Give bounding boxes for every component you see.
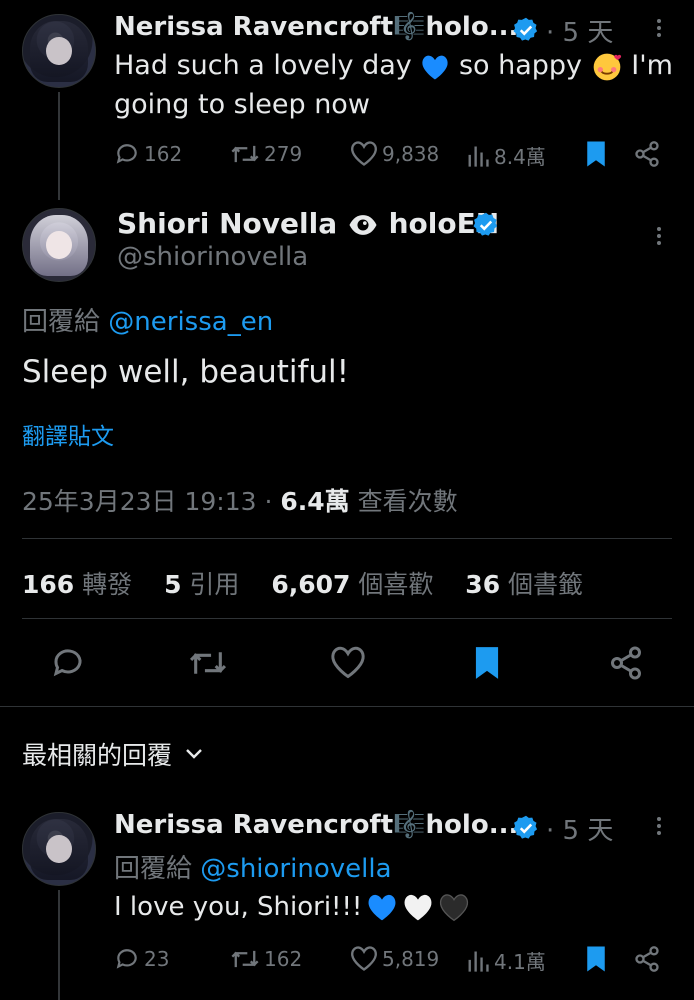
- reply-text: I love you, Shiori!!!: [114, 892, 470, 922]
- repost-button[interactable]: 279: [230, 141, 302, 167]
- reply-author[interactable]: Nerissa Ravencroft🎼holo...: [114, 810, 518, 840]
- bookmarks-stat[interactable]: 36 個書籤: [465, 570, 583, 599]
- sort-selector[interactable]: 最相關的回覆: [22, 736, 204, 772]
- verified-icon: [513, 17, 538, 41]
- black-heart-icon: [440, 894, 469, 922]
- chevron-down-icon: [186, 749, 202, 759]
- like-button[interactable]: 5,819: [350, 946, 439, 972]
- bookmark-icon[interactable]: [583, 944, 609, 974]
- verified-icon: [473, 212, 498, 236]
- thread-line: [58, 92, 60, 200]
- views-count: 6.4萬: [280, 487, 350, 516]
- reply-button[interactable]: 162: [114, 141, 182, 167]
- mention-link[interactable]: @shiorinovella: [200, 854, 391, 884]
- post-meta: 25年3月23日 19:13 · 6.4萬 查看次數: [22, 487, 458, 516]
- bookmark-icon[interactable]: [471, 644, 503, 682]
- repost-icon: [231, 950, 259, 968]
- reposts-stat[interactable]: 166 轉發: [22, 570, 132, 599]
- verified-icon: [513, 815, 538, 839]
- views-icon: [468, 951, 489, 972]
- reply-button[interactable]: 23: [114, 946, 169, 972]
- like-icon: [351, 141, 377, 166]
- more-icon[interactable]: [657, 16, 663, 40]
- avatar[interactable]: [22, 14, 96, 88]
- repost-icon: [231, 145, 259, 163]
- post-time[interactable]: · 5 天: [546, 12, 613, 49]
- post-author[interactable]: Nerissa Ravencroft🎼holo...: [114, 12, 518, 42]
- views-icon: [468, 146, 489, 167]
- eye-icon: [349, 215, 377, 235]
- avatar[interactable]: [22, 208, 96, 282]
- reply-context: 回覆給 @nerissa_en: [22, 307, 274, 337]
- avatar[interactable]: [22, 812, 96, 886]
- post-stats: 166 轉發 5 引用 6,607 個喜歡 36 個書籤: [22, 565, 583, 601]
- like-button[interactable]: 9,838: [350, 141, 439, 167]
- views-label: 查看次數: [357, 487, 458, 516]
- divider: [22, 618, 672, 619]
- repost-icon[interactable]: [188, 645, 228, 681]
- repost-button[interactable]: 162: [230, 946, 302, 972]
- like-icon[interactable]: [330, 646, 366, 680]
- more-icon[interactable]: [657, 224, 663, 248]
- divider: [0, 706, 694, 707]
- reply-icon[interactable]: [50, 645, 86, 681]
- post-text: Had such a lovely day so happy I'm going…: [114, 50, 673, 120]
- likes-stat[interactable]: 6,607 個喜歡: [271, 570, 433, 599]
- smiling-hearts-emoji-icon: [593, 53, 621, 80]
- reply-context: 回覆給 @shiorinovella: [114, 854, 392, 884]
- blue-heart-icon: [422, 55, 448, 79]
- author-handle[interactable]: @shiorinovella: [117, 242, 308, 272]
- mention-link[interactable]: @nerissa_en: [108, 307, 273, 337]
- share-icon[interactable]: [608, 645, 644, 681]
- like-icon: [351, 946, 377, 971]
- white-heart-icon: [404, 894, 432, 921]
- post-text: Sleep well, beautiful!: [22, 354, 350, 390]
- thread-line: [58, 890, 60, 1000]
- blue-heart-icon: [368, 894, 396, 921]
- bookmark-icon[interactable]: [583, 139, 609, 169]
- author-name[interactable]: Shiori Novella holoEN: [117, 207, 499, 240]
- quotes-stat[interactable]: 5 引用: [164, 570, 239, 599]
- views-button[interactable]: 4.1萬: [466, 946, 546, 975]
- sort-label: 最相關的回覆: [22, 741, 173, 770]
- translate-link[interactable]: 翻譯貼文: [22, 417, 114, 451]
- reply-time[interactable]: · 5 天: [546, 810, 613, 847]
- views-button[interactable]: 8.4萬: [466, 141, 546, 170]
- more-icon[interactable]: [657, 814, 663, 838]
- reply-icon: [116, 949, 137, 969]
- divider: [22, 538, 672, 539]
- reply-icon: [116, 144, 137, 164]
- post-datetime[interactable]: 25年3月23日 19:13: [22, 487, 257, 516]
- share-icon[interactable]: [633, 945, 661, 973]
- share-icon[interactable]: [633, 140, 661, 168]
